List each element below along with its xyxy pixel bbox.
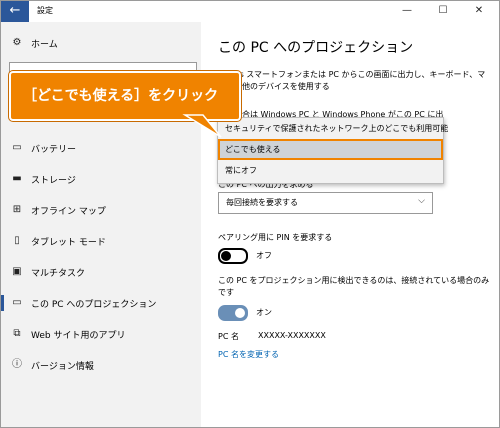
maximize-button[interactable]: ☐ (425, 1, 461, 22)
dropdown-option-always-off[interactable]: 常にオフ (218, 160, 443, 181)
dropdown-option-label: 常にオフ (225, 166, 257, 175)
sidebar-item-offline-maps[interactable]: ⊞ オフライン マップ (1, 199, 201, 225)
maximize-icon: ☐ (438, 5, 448, 16)
detect-toggle[interactable] (218, 305, 248, 321)
sidebar-item-storage[interactable]: ▬ ストレージ (1, 168, 201, 194)
title-bar: ← 設定 — ☐ ✕ (1, 1, 499, 22)
callout-pointer-arrow (182, 114, 222, 138)
sidebar-item-label: バッテリー (31, 145, 77, 155)
sidebar-item-web-apps[interactable]: ⧉ Web サイト用のアプリ (1, 323, 201, 349)
minimize-icon: — (402, 5, 412, 16)
request-select[interactable]: 毎回接続を要求する ⌵ (218, 192, 433, 214)
request-select-value: 毎回接続を要求する (226, 198, 298, 207)
close-icon: ✕ (474, 5, 484, 16)
close-button[interactable]: ✕ (461, 1, 497, 22)
storage-icon: ▬ (12, 173, 22, 184)
pc-name-label: PC 名 (218, 332, 239, 341)
description-line-1: ndows スマートフォンまたは PC からこの画面に出力し、キーボード、マ (218, 70, 486, 79)
dropdown-option-label: セキュリティで保護されたネットワーク上のどこでも利用可能 (225, 124, 449, 133)
sidebar-item-label: Web サイト用のアプリ (31, 331, 126, 341)
dropdown-option-secure-network[interactable]: セキュリティで保護されたネットワーク上のどこでも利用可能 (218, 118, 448, 139)
request-dropdown-menu: セキュリティで保護されたネットワーク上のどこでも利用可能 どこでも使える 常にオ… (217, 117, 448, 184)
detect-label: この PC をプロジェクション用に検出できるのは、接続されている場合のみ (218, 276, 490, 285)
window-title: 設定 (37, 6, 53, 15)
sidebar-item-label: オフライン マップ (31, 207, 106, 217)
sidebar-item-multitask[interactable]: ▣ マルチタスク (1, 261, 201, 287)
sidebar-item-battery[interactable]: ▭ バッテリー (1, 137, 201, 163)
info-icon: ⓘ (12, 359, 22, 370)
pc-name-value: XXXXX-XXXXXXX (258, 331, 326, 340)
sidebar-item-label: ストレージ (31, 176, 76, 186)
back-button[interactable]: ← (1, 1, 29, 22)
toggle-knob (221, 251, 231, 261)
web-apps-icon: ⧉ (13, 328, 21, 339)
page-title: この PC へのプロジェクション (218, 40, 414, 56)
sidebar-item-home[interactable]: ⚙ ホーム (1, 32, 201, 58)
back-arrow-icon: ← (9, 3, 21, 18)
active-indicator (1, 295, 4, 311)
dropdown-option-label: どこでも使える (225, 145, 281, 154)
sidebar-item-label: ホーム (31, 40, 58, 50)
gear-icon: ⚙ (12, 37, 22, 48)
detect-label-cont: です (218, 288, 234, 297)
sidebar-item-label: この PC へのプロジェクション (31, 300, 157, 310)
detect-toggle-state: オン (256, 308, 272, 317)
multitask-icon: ▣ (12, 266, 22, 277)
rename-pc-link[interactable]: PC 名を変更する (218, 349, 279, 360)
main-content: この PC へのプロジェクション ndows スマートフォンまたは PC からこ… (201, 22, 499, 427)
pin-toggle-state: オフ (256, 251, 272, 260)
sidebar-item-label: マルチタスク (31, 269, 86, 279)
battery-icon: ▭ (12, 142, 22, 153)
pin-toggle[interactable] (218, 248, 248, 264)
settings-window: ← 設定 — ☐ ✕ ⚙ ホーム ▭ バッテリー ▬ ストレージ ⊞ オフライン… (0, 0, 500, 428)
description-line-2: および他のデバイスを使用する (218, 82, 330, 91)
sidebar-item-about[interactable]: ⓘ バージョン情報 (1, 354, 201, 380)
minimize-button[interactable]: — (389, 1, 425, 22)
toggle-knob (235, 308, 245, 318)
chevron-down-icon: ⌵ (418, 196, 425, 206)
sidebar-item-tablet-mode[interactable]: ▯ タブレット モード (1, 230, 201, 256)
sidebar-item-label: バージョン情報 (31, 362, 94, 372)
sidebar-item-projection[interactable]: ▭ この PC へのプロジェクション (1, 292, 201, 318)
dropdown-option-anywhere[interactable]: どこでも使える (218, 139, 443, 160)
tablet-mode-icon: ▯ (14, 235, 20, 246)
sidebar-item-label: タブレット モード (31, 238, 106, 248)
pin-label: ペアリング用に PIN を要求する (218, 233, 333, 242)
projection-icon: ▭ (12, 297, 22, 308)
offline-map-icon: ⊞ (12, 204, 22, 215)
